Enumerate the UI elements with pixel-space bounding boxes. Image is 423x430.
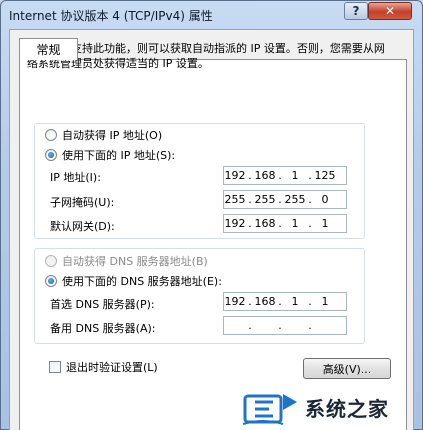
tab-general[interactable]: 常规 — [19, 38, 78, 60]
octet: 1 — [321, 217, 329, 230]
octet: 168 — [254, 217, 276, 230]
alternate-dns-label: 备用 DNS 服务器(A): — [50, 322, 156, 335]
watermark: 系统之家 — [241, 384, 423, 430]
manual-ip-label: 使用下面的 IP 地址(S): — [62, 149, 176, 162]
close-button[interactable]: ✕ — [368, 2, 412, 20]
auto-ip-label: 自动获得 IP 地址(O) — [62, 129, 163, 142]
help-button[interactable]: ? — [344, 2, 368, 20]
window-title: Internet 协议版本 4 (TCP/IPv4) 属性 — [9, 9, 213, 23]
validate-settings-checkbox[interactable]: 退出时验证设置(L) — [49, 359, 158, 375]
octet: 168 — [254, 169, 276, 182]
octet: 255 — [254, 193, 276, 206]
manual-ip-radio[interactable]: 使用下面的 IP 地址(S): — [45, 147, 175, 163]
ip-address-input[interactable]: 192. 168. 1. 125 — [223, 166, 347, 185]
octet: 168 — [254, 295, 276, 308]
octet: 192 — [224, 295, 246, 308]
octet: 0 — [321, 193, 329, 206]
manual-dns-label: 使用下面的 DNS 服务器地址(E): — [62, 275, 222, 288]
radio-button-selected-icon — [45, 275, 57, 287]
preferred-dns-label: 首选 DNS 服务器(P): — [50, 298, 155, 311]
checkbox-icon — [49, 361, 61, 373]
description-text: 如果网络支持此功能，则可以获取自动指派的 IP 设置。否则，您需要从网络系统管理… — [27, 42, 385, 70]
advanced-button[interactable]: 高级(V)... — [303, 358, 391, 379]
octet: 255 — [284, 193, 306, 206]
title-bar: Internet 协议版本 4 (TCP/IPv4) 属性 ? ✕ — [1, 1, 422, 27]
auto-dns-radio[interactable]: 自动获得 DNS 服务器地址(B) — [45, 253, 208, 269]
radio-button-selected-icon — [45, 149, 57, 161]
radio-button-icon — [45, 129, 57, 141]
manual-dns-radio[interactable]: 使用下面的 DNS 服务器地址(E): — [45, 273, 222, 289]
alternate-dns-input[interactable]: . . . — [223, 316, 347, 335]
octet: 1 — [321, 295, 329, 308]
default-gateway-input[interactable]: 192. 168. 1. 1 — [223, 214, 347, 233]
octet: 192 — [224, 169, 246, 182]
octet: 192 — [224, 217, 246, 230]
auto-ip-radio[interactable]: 自动获得 IP 地址(O) — [45, 127, 162, 143]
octet: 1 — [291, 295, 299, 308]
octet: 1 — [291, 217, 299, 230]
octet: 255 — [224, 193, 246, 206]
watermark-text: 系统之家 — [305, 397, 389, 421]
system-home-logo-icon — [241, 388, 301, 428]
ip-address-label: IP 地址(I): — [50, 171, 101, 184]
validate-settings-label: 退出时验证设置(L) — [66, 361, 158, 374]
subnet-mask-input[interactable]: 255. 255. 255. 0 — [223, 190, 347, 209]
octet: 125 — [314, 169, 336, 182]
octet: 1 — [291, 169, 299, 182]
preferred-dns-input[interactable]: 192. 168. 1. 1 — [223, 292, 347, 311]
subnet-mask-label: 子网掩码(U): — [50, 196, 115, 209]
auto-dns-label: 自动获得 DNS 服务器地址(B) — [62, 255, 208, 268]
default-gateway-label: 默认网关(D): — [50, 220, 115, 233]
radio-button-icon — [45, 255, 57, 267]
dialog-window: Internet 协议版本 4 (TCP/IPv4) 属性 ? ✕ 常规 如果网… — [0, 0, 423, 430]
